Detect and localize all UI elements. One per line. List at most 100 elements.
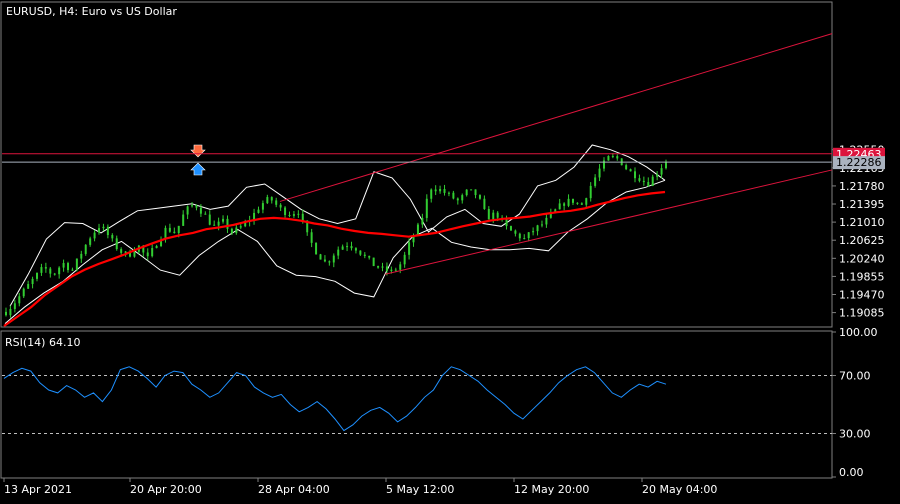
rsi-tick-label: 100.00 xyxy=(839,326,878,339)
price-tick-label: 1.20625 xyxy=(839,234,885,247)
candle-body xyxy=(191,205,194,207)
candle-body xyxy=(319,254,322,260)
candle-body xyxy=(439,189,442,192)
candle-body xyxy=(465,189,468,196)
candle-body xyxy=(456,198,459,201)
candle-body xyxy=(576,202,579,204)
price-tick-label: 1.19085 xyxy=(839,307,885,320)
candle-body xyxy=(518,233,521,239)
candle-body xyxy=(217,221,220,226)
candle-body xyxy=(337,249,340,256)
candle-body xyxy=(71,269,74,271)
candle-body xyxy=(151,248,154,257)
candle-body xyxy=(540,224,543,226)
candle-body xyxy=(394,269,397,271)
candle-body xyxy=(403,254,406,265)
candle-body xyxy=(40,267,43,273)
candle-body xyxy=(447,192,450,194)
candle-body xyxy=(279,204,282,208)
candle-body xyxy=(660,168,663,175)
chart-window[interactable]: 1.225501.221651.217801.213951.210101.206… xyxy=(0,0,900,500)
ask-price-label: 1.22286 xyxy=(836,156,882,169)
candle-body xyxy=(607,156,610,161)
candle-body xyxy=(346,246,349,248)
candle-body xyxy=(199,207,202,214)
candle-body xyxy=(642,180,645,183)
candle-body xyxy=(545,217,548,225)
candle-body xyxy=(594,177,597,186)
candle-body xyxy=(195,205,198,208)
rsi-label: RSI(14) 64.10 xyxy=(5,336,80,349)
candle-body xyxy=(297,213,300,215)
candle-body xyxy=(496,212,499,218)
candle-body xyxy=(399,264,402,270)
candle-body xyxy=(665,161,667,169)
chart-title: EURUSD, H4: Euro vs US Dollar xyxy=(6,5,177,18)
rsi-tick-label: 0.00 xyxy=(839,466,864,479)
candle-body xyxy=(474,189,477,196)
candle-body xyxy=(359,250,362,255)
candle-body xyxy=(146,252,149,257)
candle-body xyxy=(461,195,464,201)
candle-body xyxy=(341,246,344,250)
candle-body xyxy=(186,206,189,215)
candle-body xyxy=(62,263,65,268)
candle-body xyxy=(656,174,659,177)
candle-body xyxy=(44,267,47,269)
time-tick-label: 5 May 12:00 xyxy=(386,483,454,496)
candle-body xyxy=(177,225,180,234)
candle-body xyxy=(328,261,331,263)
time-tick-label: 28 Apr 04:00 xyxy=(258,483,330,496)
candle-body xyxy=(168,227,171,232)
candle-body xyxy=(22,288,25,297)
candle-body xyxy=(558,203,561,210)
candle-body xyxy=(421,217,424,225)
candle-body xyxy=(523,238,526,240)
candle-body xyxy=(53,273,56,275)
candle-body xyxy=(470,189,473,191)
candle-body xyxy=(133,251,136,257)
candle-body xyxy=(182,214,185,226)
candle-body xyxy=(571,198,574,203)
candle-body xyxy=(36,272,39,279)
candle-body xyxy=(98,228,101,233)
candle-body xyxy=(416,224,419,236)
candle-body xyxy=(75,258,78,270)
candle-body xyxy=(266,197,269,204)
candle-body xyxy=(580,203,583,205)
candle-body xyxy=(563,203,566,206)
price-tick-label: 1.21395 xyxy=(839,198,885,211)
time-tick-label: 12 May 20:00 xyxy=(514,483,589,496)
candle-body xyxy=(625,165,628,170)
candle-body xyxy=(611,156,614,158)
rsi-tick-label: 30.00 xyxy=(839,428,871,441)
candle-body xyxy=(18,296,21,304)
price-tick-label: 1.19470 xyxy=(839,289,885,302)
candle-body xyxy=(239,226,242,228)
candle-body xyxy=(509,226,512,231)
candle-body xyxy=(589,185,592,199)
candle-body xyxy=(532,231,535,233)
candle-body xyxy=(323,259,326,262)
candle-body xyxy=(31,278,34,285)
candle-body xyxy=(651,176,654,186)
candle-body xyxy=(213,224,216,226)
candle-body xyxy=(93,232,96,239)
candle-body xyxy=(155,246,158,249)
candle-body xyxy=(270,197,273,201)
price-tick-label: 1.21780 xyxy=(839,180,885,193)
candle-body xyxy=(377,266,380,268)
candle-body xyxy=(58,267,61,275)
candle-body xyxy=(49,268,52,274)
time-tick-label: 13 Apr 2021 xyxy=(4,483,72,496)
candle-body xyxy=(315,242,318,255)
candle-body xyxy=(332,255,335,263)
candle-body xyxy=(115,238,118,250)
candle-body xyxy=(478,195,481,199)
candle-body xyxy=(527,232,530,239)
candle-body xyxy=(230,228,233,234)
candle-body xyxy=(629,169,632,172)
candle-body xyxy=(89,238,92,245)
candle-body xyxy=(536,225,539,232)
candle-body xyxy=(310,232,313,243)
